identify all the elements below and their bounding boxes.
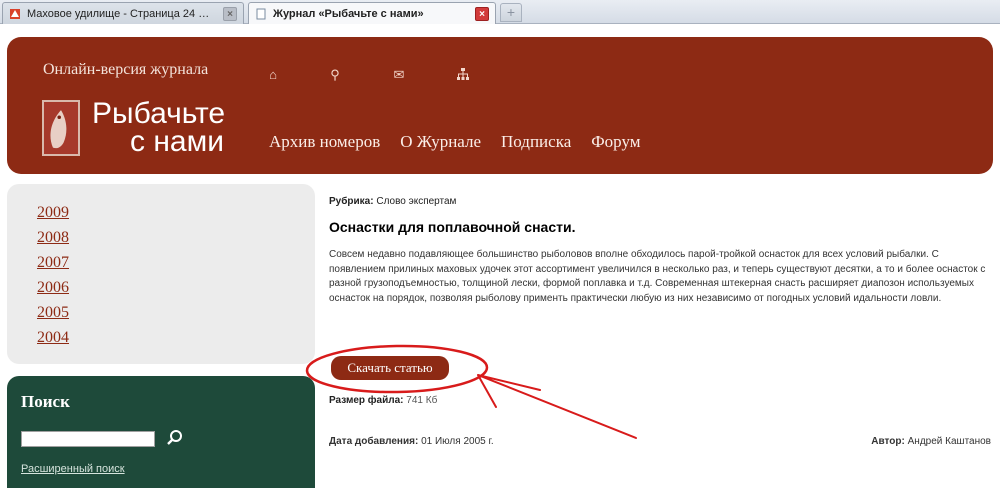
author-value: Андрей Каштанов — [907, 436, 991, 447]
search-panel: Поиск Расширенный поиск — [7, 376, 315, 488]
date-added-value: 01 Июля 2005 г. — [421, 436, 494, 447]
download-article-button[interactable]: Скачать статью — [331, 356, 449, 380]
article-content: Рубрика: Слово экспертам Оснастки для по… — [329, 0, 997, 488]
search-button[interactable] — [165, 428, 187, 450]
file-size-line: Размер файла: 741 Кб — [329, 395, 437, 406]
year-link[interactable]: 2009 — [37, 204, 69, 221]
page-icon — [256, 8, 266, 19]
logo-text-line2: с нами — [130, 125, 224, 158]
magnifier-icon — [167, 430, 182, 445]
date-added-line: Дата добавления: 01 Июля 2005 г. — [329, 436, 494, 447]
home-icon[interactable]: ⌂ — [265, 67, 281, 83]
rubric-label: Рубрика: — [329, 196, 374, 207]
article-body: Совсем недавно подавляющее большинство р… — [329, 249, 986, 304]
search-title: Поиск — [21, 392, 70, 411]
year-list: 2009 2008 2007 2006 2005 2004 — [37, 204, 69, 354]
author-line: Автор: Андрей Каштанов — [871, 436, 991, 447]
year-link[interactable]: 2008 — [37, 229, 69, 246]
rubric-value: Слово экспертам — [376, 196, 457, 207]
year-link[interactable]: 2004 — [37, 329, 69, 346]
year-link[interactable]: 2005 — [37, 304, 69, 321]
year-archive-panel: 2009 2008 2007 2006 2005 2004 — [7, 184, 315, 364]
year-link[interactable]: 2006 — [37, 279, 69, 296]
fish-emblem-icon — [42, 100, 80, 156]
year-link[interactable]: 2007 — [37, 254, 69, 271]
file-size-value: 741 Кб — [406, 395, 438, 406]
close-tab-icon[interactable]: × — [223, 7, 237, 21]
article-title: Оснастки для поплавочной снасти. — [329, 219, 576, 235]
file-size-label: Размер файла: — [329, 395, 404, 406]
date-added-label: Дата добавления: — [329, 436, 419, 447]
site-favicon-icon — [10, 8, 20, 19]
author-label: Автор: — [871, 436, 905, 447]
tab-title: Маховое удилище - Страница 24 - Ф... — [27, 7, 212, 20]
search-input[interactable] — [21, 431, 155, 447]
advanced-search-link[interactable]: Расширенный поиск — [21, 463, 125, 475]
browser-tab-forum[interactable]: Маховое удилище - Страница 24 - Ф... × — [2, 2, 244, 24]
rubric-line: Рубрика: Слово экспертам — [329, 196, 456, 207]
site-logo[interactable]: Рыбачьте с нами — [42, 98, 272, 158]
online-version-label: Онлайн-версия журнала — [43, 61, 209, 78]
